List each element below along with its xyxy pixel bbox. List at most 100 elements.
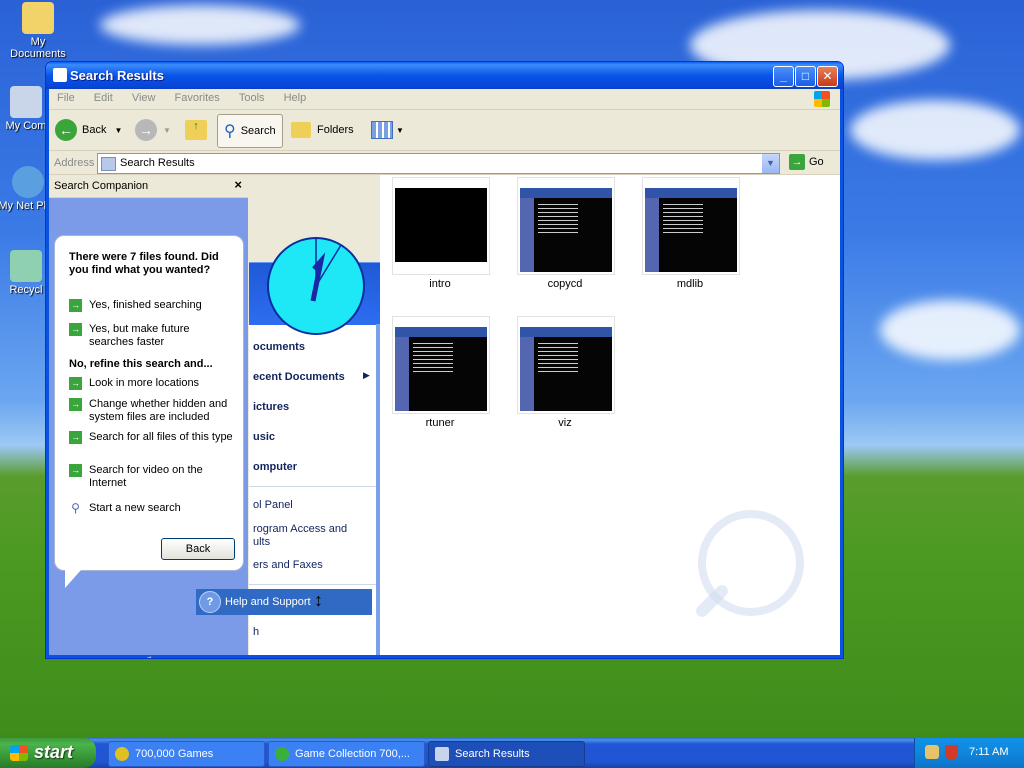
- games-icon: [115, 747, 129, 761]
- arrow-right-icon: →: [69, 398, 82, 411]
- start-menu-printers-faxes[interactable]: ers and Faxes: [253, 559, 323, 571]
- option-label: Yes, but make future searches faster: [89, 323, 190, 348]
- maximize-button[interactable]: □: [795, 66, 816, 87]
- forward-arrow-icon: →: [135, 119, 157, 141]
- divider: [249, 486, 376, 487]
- thumbnail-image: [520, 327, 612, 411]
- option-yes-finished[interactable]: → Yes, finished searching: [69, 299, 234, 312]
- address-bar: Address Search Results ▼ → Go: [49, 152, 840, 175]
- menu-file[interactable]: File: [49, 89, 83, 104]
- arrow-right-icon: →: [69, 464, 82, 477]
- search-window-icon: [435, 747, 449, 761]
- address-value: Search Results: [120, 157, 195, 169]
- companion-back-button[interactable]: Back: [161, 538, 235, 560]
- clock-gadget: [267, 237, 365, 335]
- taskbar-button-game-collection[interactable]: Game Collection 700,...: [268, 741, 425, 767]
- cloud: [850, 100, 1020, 160]
- menu-bar: File Edit View Favorites Tools Help: [49, 89, 840, 110]
- option-label: Change whether hidden and system files a…: [89, 398, 228, 423]
- start-menu-computer[interactable]: omputer: [253, 461, 297, 473]
- back-button[interactable]: ← Back ▼: [55, 116, 122, 144]
- system-tray: 7:11 AM: [914, 738, 1024, 768]
- refine-heading: No, refine this search and...: [69, 358, 213, 370]
- tray-app-icon[interactable]: [925, 745, 939, 759]
- start-menu-music[interactable]: usic: [253, 431, 275, 443]
- start-menu-pictures[interactable]: ictures: [253, 401, 289, 413]
- search-companion-pane: Search Companion × There were 7 files fo…: [49, 175, 248, 658]
- file-thumbnail-mdlib[interactable]: [642, 177, 740, 275]
- taskbar-button-games[interactable]: 700,000 Games: [108, 741, 265, 767]
- help-support-label: Help and Support: [225, 596, 311, 608]
- title-bar[interactable]: Search Results _ □ ✕: [46, 62, 843, 89]
- option-label: Search for video on the Internet: [89, 464, 203, 489]
- computer-icon: [10, 86, 42, 118]
- security-shield-icon[interactable]: [945, 745, 958, 760]
- clock: 7:11 AM: [969, 746, 1009, 758]
- start-menu-help-highlight[interactable]: ? Help and Support ↕: [196, 589, 372, 615]
- start-menu-recent-documents[interactable]: ecent Documents: [253, 371, 345, 383]
- search-results-pane: intro copycd mdlib rtuner viz: [380, 175, 840, 655]
- file-name[interactable]: intro: [380, 278, 500, 290]
- menu-help[interactable]: Help: [276, 89, 315, 104]
- taskbar-button-search-results[interactable]: Search Results: [428, 741, 585, 767]
- menu-view[interactable]: View: [124, 89, 164, 104]
- option-yes-faster[interactable]: → Yes, but make future searches faster: [69, 323, 234, 349]
- search-icon: ⚲: [224, 123, 236, 140]
- search-folder-icon: [101, 157, 116, 171]
- close-icon[interactable]: ×: [234, 177, 242, 192]
- windows-logo-icon: [814, 91, 830, 107]
- start-menu-documents[interactable]: ocuments: [253, 341, 305, 353]
- file-name[interactable]: viz: [505, 417, 625, 429]
- folders-button[interactable]: Folders: [291, 116, 354, 144]
- arrow-right-icon: →: [69, 377, 82, 390]
- clock-hand-icon: [310, 239, 342, 302]
- search-results-window: Search Results _ □ ✕ File Edit View Favo…: [45, 61, 844, 659]
- option-new-search[interactable]: ⚲ Start a new search: [69, 502, 234, 515]
- start-button[interactable]: start: [0, 738, 96, 768]
- window-title: Search Results: [70, 68, 164, 83]
- companion-title: Search Companion: [54, 180, 149, 192]
- option-more-locations[interactable]: → Look in more locations: [69, 377, 234, 390]
- option-video-internet[interactable]: → Search for video on the Internet: [69, 464, 234, 490]
- views-button[interactable]: ▼: [371, 116, 404, 144]
- file-name[interactable]: copycd: [505, 278, 625, 290]
- option-hidden-files[interactable]: → Change whether hidden and system files…: [69, 398, 234, 424]
- resize-cursor-icon: ↕: [314, 590, 323, 610]
- companion-header: Search Companion ×: [49, 175, 248, 198]
- menu-tools[interactable]: Tools: [231, 89, 273, 104]
- search-window-icon: [53, 68, 67, 82]
- go-button[interactable]: → Go: [789, 154, 824, 170]
- minimize-button[interactable]: _: [773, 66, 794, 87]
- chevron-right-icon: ▶: [363, 370, 370, 380]
- desktop-icon-label: My Com: [5, 120, 47, 132]
- start-menu-search[interactable]: h: [253, 626, 259, 638]
- start-menu-control-panel[interactable]: ol Panel: [253, 499, 293, 511]
- thumbnail-image: [395, 327, 487, 411]
- file-name[interactable]: rtuner: [380, 417, 500, 429]
- option-all-files-type[interactable]: → Search for all files of this type: [69, 431, 234, 444]
- up-folder-button[interactable]: ↑: [185, 116, 207, 144]
- file-thumbnail-intro[interactable]: [392, 177, 490, 275]
- back-label: Back: [82, 124, 107, 136]
- go-label: Go: [809, 156, 824, 168]
- desktop-icon-my-documents[interactable]: My Documents: [2, 2, 74, 60]
- start-menu-program-access[interactable]: rogram Access and ults: [253, 523, 363, 549]
- search-dog-icon[interactable]: [94, 647, 156, 659]
- network-icon: [12, 166, 44, 198]
- search-button[interactable]: ⚲ Search: [217, 114, 283, 148]
- search-label: Search: [240, 125, 276, 137]
- address-dropdown-button[interactable]: ▼: [762, 154, 779, 173]
- address-field[interactable]: Search Results ▼: [97, 153, 780, 174]
- menu-favorites[interactable]: Favorites: [167, 89, 228, 104]
- file-thumbnail-copycd[interactable]: [517, 177, 615, 275]
- taskbar: start 700,000 Games Game Collection 700,…: [0, 738, 1024, 768]
- file-thumbnail-rtuner[interactable]: [392, 316, 490, 414]
- cloud: [880, 300, 1020, 360]
- file-thumbnail-viz[interactable]: [517, 316, 615, 414]
- menu-edit[interactable]: Edit: [86, 89, 121, 104]
- divider: [249, 584, 376, 585]
- forward-button[interactable]: → ▼: [135, 116, 171, 144]
- up-folder-icon: ↑: [185, 120, 207, 140]
- file-name[interactable]: mdlib: [630, 278, 750, 290]
- close-button[interactable]: ✕: [817, 66, 838, 87]
